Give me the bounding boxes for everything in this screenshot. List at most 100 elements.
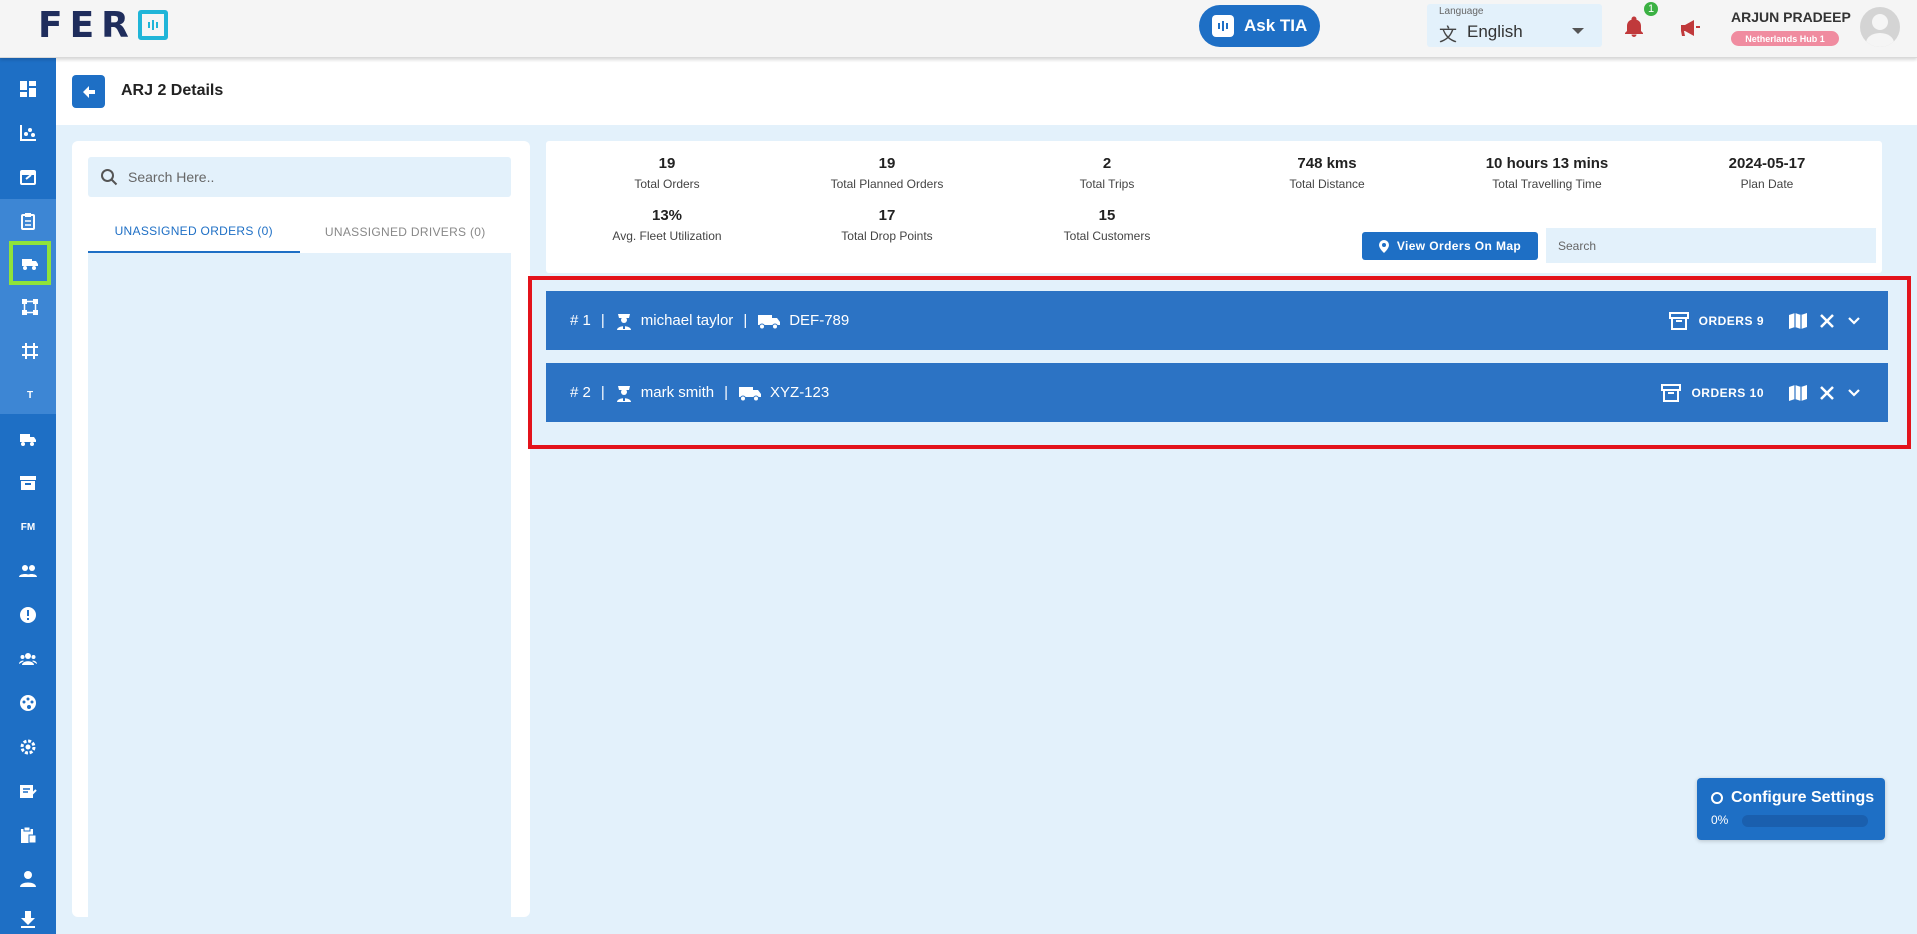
network-icon	[22, 299, 38, 315]
caret-down-icon	[1572, 28, 1584, 34]
progress-percent: 0%	[1711, 813, 1729, 827]
sidebar: T FM	[0, 58, 56, 934]
clipboard-icon	[21, 213, 35, 230]
configure-settings-widget[interactable]: Configure Settings 0%	[1697, 778, 1885, 840]
users-icon	[19, 565, 37, 577]
trip-row[interactable]: # 1 | michael taylor | DEF-789 ORDERS 9	[546, 291, 1888, 350]
megaphone-icon[interactable]	[1678, 17, 1702, 39]
sidebar-item-dashboard[interactable]	[0, 74, 56, 104]
stat-value: 748 kms	[1297, 155, 1357, 172]
dashboard-icon	[20, 81, 36, 97]
stat-total-travelling-time: 10 hours 13 mins Total Travelling Time	[1447, 155, 1647, 191]
trip-number: # 1	[570, 312, 591, 329]
clipboard-list-icon	[21, 826, 37, 844]
sidebar-item-group[interactable]	[0, 644, 56, 674]
stat-total-customers: 15 Total Customers	[1007, 207, 1207, 243]
stat-value: 2	[1102, 155, 1112, 172]
unassigned-panel: UNASSIGNED ORDERS (0) UNASSIGNED DRIVERS…	[72, 141, 530, 917]
edit-note-icon	[20, 785, 37, 798]
sidebar-item-text[interactable]: T	[9, 380, 51, 410]
driver-icon	[616, 385, 631, 402]
trip-planner-icon	[22, 259, 38, 270]
fm-icon: FM	[20, 521, 36, 533]
separator: |	[724, 384, 729, 401]
sidebar-item-users[interactable]	[0, 556, 56, 586]
close-icon[interactable]	[1818, 384, 1836, 402]
avatar[interactable]	[1860, 7, 1900, 47]
top-bar: FER Ask TIA Language 文 English 1 ARJUN P…	[0, 0, 1917, 58]
notification-badge: 1	[1642, 0, 1660, 18]
stats-panel: 19 Total Orders 19 Total Planned Orders …	[546, 141, 1882, 273]
driver-name: michael taylor	[640, 312, 734, 329]
left-search	[88, 157, 511, 197]
sidebar-item-person[interactable]	[0, 864, 56, 894]
trip-info: # 1 | michael taylor | DEF-789	[570, 291, 849, 350]
sidebar-item-edit-note[interactable]	[0, 776, 56, 806]
separator: |	[600, 312, 605, 329]
stat-label: Total Drop Points	[841, 229, 933, 243]
sidebar-item-settings[interactable]	[0, 732, 56, 762]
orders-count: ORDERS 10	[1691, 385, 1764, 400]
bell-icon[interactable]	[1622, 15, 1646, 39]
unassigned-tabs: UNASSIGNED ORDERS (0) UNASSIGNED DRIVERS…	[88, 211, 511, 253]
text-icon: T	[26, 389, 34, 401]
search-icon	[101, 169, 118, 186]
driver-icon	[616, 313, 631, 330]
sidebar-item-trip-planner[interactable]	[9, 241, 51, 285]
map-icon[interactable]	[1788, 383, 1808, 403]
info-icon	[20, 607, 36, 623]
fero-logo[interactable]: FER	[38, 5, 168, 46]
truck-icon	[20, 434, 36, 446]
sidebar-item-grid[interactable]	[9, 336, 51, 366]
sidebar-item-info[interactable]	[0, 600, 56, 630]
trip-row[interactable]: # 2 | mark smith | XYZ-123 ORDERS 10	[546, 363, 1888, 422]
left-search-input[interactable]	[128, 169, 508, 185]
stat-total-drop-points: 17 Total Drop Points	[787, 207, 987, 243]
trip-actions: ORDERS 9	[1668, 291, 1862, 350]
sidebar-item-truck[interactable]	[0, 424, 56, 454]
sidebar-item-download[interactable]	[0, 904, 56, 934]
stat-label: Total Trips	[1079, 177, 1135, 191]
sidebar-item-archive[interactable]	[0, 468, 56, 498]
progress-bar	[1742, 815, 1868, 827]
vehicle-plate: DEF-789	[789, 312, 850, 329]
stat-value: 17	[878, 207, 896, 224]
stat-total-trips: 2 Total Trips	[1007, 155, 1207, 191]
stat-total-planned-orders: 19 Total Planned Orders	[787, 155, 987, 191]
analytics-icon	[20, 125, 36, 141]
stat-total-orders: 19 Total Orders	[567, 155, 767, 191]
ask-tia-button[interactable]: Ask TIA	[1199, 5, 1320, 47]
sidebar-item-clipboard-list[interactable]	[0, 820, 56, 850]
separator: |	[600, 384, 605, 401]
trip-actions: ORDERS 10	[1661, 363, 1862, 422]
stat-label: Total Planned Orders	[830, 177, 944, 191]
sidebar-item-analytics[interactable]	[0, 118, 56, 148]
sidebar-item-calendar[interactable]	[0, 162, 56, 192]
person-icon	[20, 871, 36, 887]
archive-icon	[1661, 383, 1682, 402]
map-icon[interactable]	[1788, 311, 1808, 331]
palette-icon	[20, 695, 36, 711]
language-select[interactable]: Language 文 English	[1427, 4, 1602, 47]
sidebar-item-clipboard[interactable]	[0, 206, 56, 236]
sidebar-item-palette[interactable]	[0, 688, 56, 718]
chevron-down-icon[interactable]	[1846, 385, 1862, 401]
trip-search-input[interactable]	[1546, 228, 1876, 263]
arrow-left-icon	[82, 85, 95, 98]
circle-icon	[1711, 792, 1723, 804]
download-icon	[21, 911, 35, 928]
tab-unassigned-drivers[interactable]: UNASSIGNED DRIVERS (0)	[300, 211, 512, 253]
stat-value: 19	[658, 155, 676, 172]
view-orders-on-map-button[interactable]: View Orders On Map	[1362, 232, 1538, 260]
sidebar-item-fm[interactable]: FM	[0, 512, 56, 542]
driver-name: mark smith	[640, 384, 715, 401]
stat-label: Plan Date	[1740, 177, 1794, 191]
chevron-down-icon[interactable]	[1846, 313, 1862, 329]
view-orders-on-map-label: View Orders On Map	[1396, 239, 1522, 253]
sidebar-item-network[interactable]	[9, 292, 51, 322]
tab-unassigned-orders[interactable]: UNASSIGNED ORDERS (0)	[88, 211, 300, 253]
language-label: Language	[1439, 6, 1484, 17]
close-icon[interactable]	[1818, 312, 1836, 330]
tia-icon	[1212, 15, 1234, 37]
back-button[interactable]	[72, 75, 105, 108]
